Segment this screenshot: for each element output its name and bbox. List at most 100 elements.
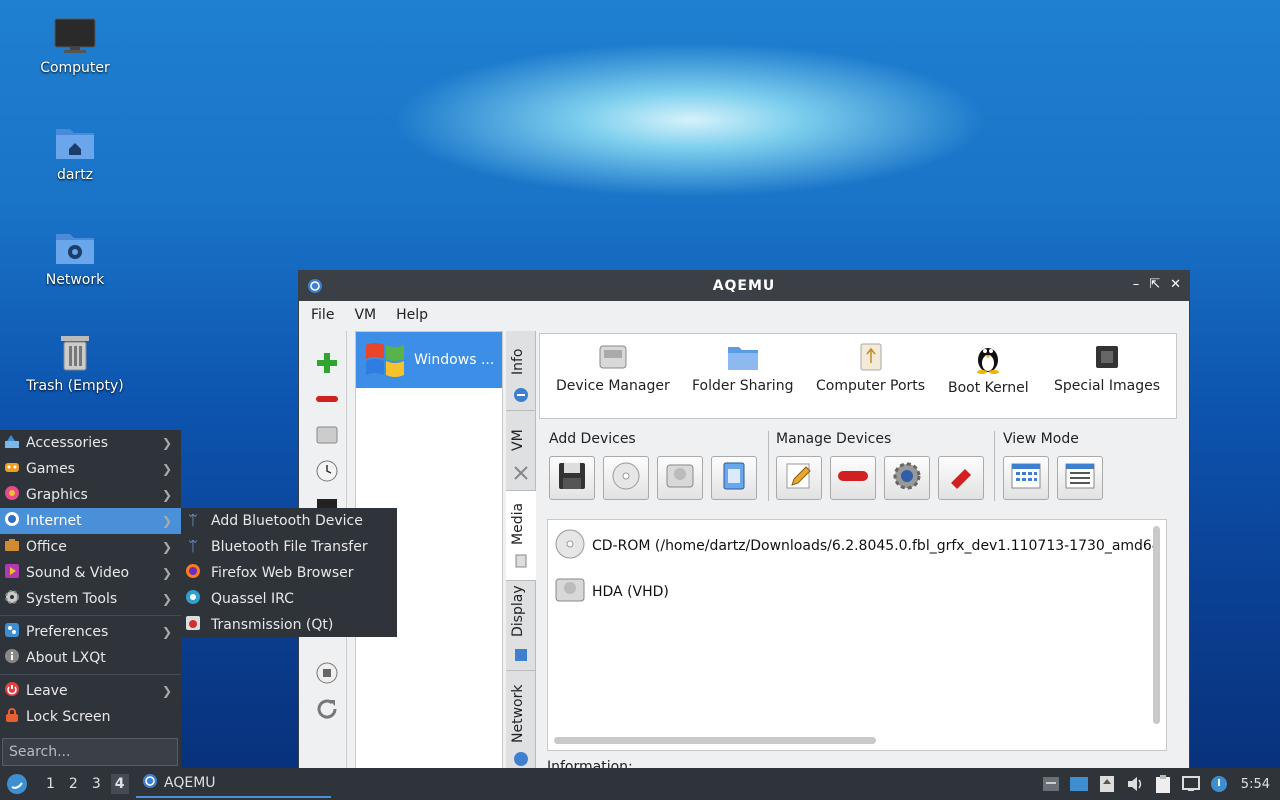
submenu-item-quassel[interactable]: Quassel IRC	[181, 586, 397, 612]
chevron-right-icon: ❯	[161, 566, 172, 580]
add-cdrom-button[interactable]	[603, 456, 649, 500]
vm-settings-button[interactable]	[315, 423, 339, 447]
desktop-icon-trash[interactable]: Trash (Empty)	[15, 332, 135, 394]
submenu-item-add-bluetooth[interactable]: ᛠ Add Bluetooth Device	[181, 508, 397, 534]
workspace-2[interactable]: 2	[69, 776, 78, 792]
device-item-cdrom[interactable]: CD-ROM (/home/dartz/Downloads/6.2.8045.0…	[554, 528, 1161, 564]
taskbar-button-aqemu[interactable]: AQEMU	[136, 770, 331, 798]
desktop-icon-computer[interactable]: Computer	[15, 18, 135, 76]
maximize-button[interactable]: ⇱	[1149, 277, 1160, 292]
menu-item-sound-video[interactable]: Sound & Video ❯	[0, 560, 181, 586]
category-boot-kernel[interactable]: Boot Kernel	[948, 342, 1029, 396]
tab-media[interactable]: Media	[506, 491, 536, 581]
add-storage-button[interactable]	[711, 456, 757, 500]
menu-item-about-lxqt[interactable]: About LXQt	[0, 645, 181, 671]
tab-vm[interactable]: VM	[506, 411, 536, 491]
menu-item-accessories[interactable]: Accessories ❯	[0, 430, 181, 456]
submenu-item-transmission[interactable]: Transmission (Qt)	[181, 612, 397, 638]
cdrom-icon	[554, 528, 586, 564]
notification-icon[interactable]	[1209, 774, 1229, 794]
category-folder-sharing[interactable]: Folder Sharing	[692, 342, 793, 394]
transmission-icon	[185, 615, 201, 635]
window-title: AQEMU	[712, 278, 776, 294]
media-categories: Device Manager Folder Sharing Computer P…	[539, 333, 1177, 419]
remove-device-button[interactable]	[830, 456, 876, 500]
add-harddisk-button[interactable]	[657, 456, 703, 500]
edit-device-button[interactable]	[776, 456, 822, 500]
monitor-tray-icon[interactable]	[1181, 774, 1201, 794]
desktop-switch-icon[interactable]	[1069, 774, 1089, 794]
clock[interactable]: 5:54	[1241, 777, 1270, 792]
menu-item-leave[interactable]: Leave ❯	[0, 678, 181, 704]
divider	[768, 431, 769, 501]
monitor-icon	[54, 18, 96, 54]
start-menu-button[interactable]	[6, 773, 28, 795]
title-bar[interactable]: AQEMU – ⇱ ✕	[299, 271, 1189, 301]
internet-submenu: ᛠ Add Bluetooth Device ᛠ Bluetooth File …	[181, 508, 397, 637]
chevron-right-icon: ❯	[161, 514, 172, 528]
menu-item-preferences[interactable]: Preferences ❯	[0, 619, 181, 645]
tab-network[interactable]: Network	[506, 671, 536, 779]
bluetooth-icon: ᛠ	[188, 513, 198, 529]
menu-help[interactable]: Help	[396, 307, 428, 323]
close-button[interactable]: ✕	[1170, 277, 1181, 292]
device-item-hda[interactable]: HDA (VHD)	[554, 574, 669, 610]
menu-item-office[interactable]: Office ❯	[0, 534, 181, 560]
menu-file[interactable]: File	[311, 307, 334, 323]
menu-item-games[interactable]: Games ❯	[0, 456, 181, 482]
bluetooth-icon: ᛠ	[188, 539, 198, 555]
view-list-button[interactable]	[1057, 456, 1103, 500]
show-desktop-icon[interactable]	[1041, 774, 1061, 794]
menu-vm[interactable]: VM	[354, 307, 376, 323]
submenu-item-firefox[interactable]: Firefox Web Browser	[181, 560, 397, 586]
desktop-icon-network[interactable]: Network	[15, 228, 135, 288]
workspace-1[interactable]: 1	[46, 776, 55, 792]
clipboard-icon[interactable]	[1153, 774, 1173, 794]
add-floppy-button[interactable]	[549, 456, 595, 500]
tab-info[interactable]: Info	[506, 331, 536, 411]
minimize-button[interactable]: –	[1133, 277, 1140, 292]
network-folder-icon	[54, 228, 96, 266]
menu-search-input[interactable]: Search...	[2, 738, 178, 766]
tab-display[interactable]: Display	[506, 581, 536, 671]
chevron-right-icon: ❯	[161, 462, 172, 476]
system-tools-icon	[4, 589, 20, 609]
windows-logo-icon	[362, 337, 406, 383]
chevron-right-icon: ❯	[161, 540, 172, 554]
stop-vm-button[interactable]	[315, 661, 339, 685]
view-icons-button[interactable]	[1003, 456, 1049, 500]
desktop-icon-label: Computer	[40, 60, 110, 76]
clear-device-button[interactable]	[938, 456, 984, 500]
device-properties-button[interactable]	[884, 456, 930, 500]
multimedia-icon	[4, 563, 20, 583]
grid-view-icon	[1011, 463, 1041, 493]
aqemu-logo-icon	[307, 278, 323, 298]
aqemu-logo-icon	[142, 773, 158, 793]
category-device-manager[interactable]: Device Manager	[556, 342, 670, 394]
vertical-scrollbar[interactable]	[1153, 526, 1160, 724]
category-computer-ports[interactable]: Computer Ports	[816, 342, 925, 394]
horizontal-scrollbar[interactable]	[554, 737, 876, 744]
menu-item-internet[interactable]: Internet ❯	[0, 508, 181, 534]
divider	[0, 615, 181, 616]
workspace-3[interactable]: 3	[92, 776, 101, 792]
vm-list-item[interactable]: Windows ...	[356, 332, 502, 388]
eject-icon[interactable]	[1097, 774, 1117, 794]
divider	[994, 431, 995, 501]
add-vm-button[interactable]	[315, 351, 339, 375]
category-special-images[interactable]: Special Images	[1054, 342, 1160, 394]
media-icon	[513, 553, 529, 573]
menu-item-graphics[interactable]: Graphics ❯	[0, 482, 181, 508]
submenu-item-bluetooth-transfer[interactable]: ᛠ Bluetooth File Transfer	[181, 534, 397, 560]
volume-icon[interactable]	[1125, 774, 1145, 794]
delete-vm-button[interactable]	[315, 387, 339, 411]
pencil-icon	[784, 461, 814, 495]
workspace-4[interactable]: 4	[110, 774, 129, 794]
menu-item-lock-screen[interactable]: Lock Screen	[0, 704, 181, 730]
clock-icon[interactable]	[315, 459, 339, 483]
menu-item-system-tools[interactable]: System Tools ❯	[0, 586, 181, 612]
desktop-icon-dartz[interactable]: dartz	[15, 123, 135, 183]
reset-vm-button[interactable]	[315, 697, 339, 721]
tools-icon	[513, 465, 529, 485]
chevron-right-icon: ❯	[161, 488, 172, 502]
